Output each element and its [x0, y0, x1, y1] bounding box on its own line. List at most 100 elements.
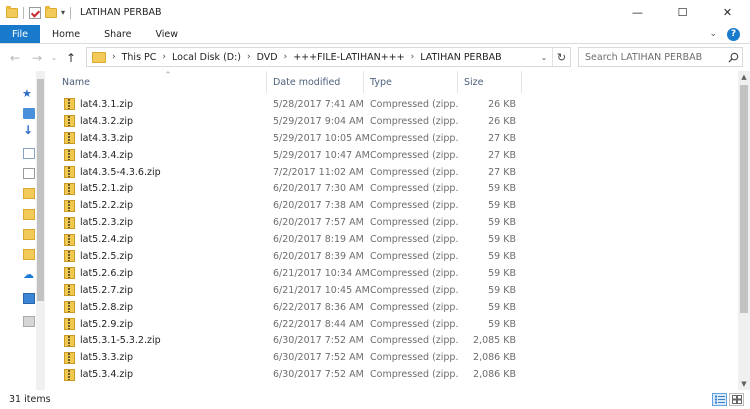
folder-icon[interactable]: [23, 249, 35, 260]
file-name-cell[interactable]: lat4.3.5-4.3.6.zip: [45, 166, 267, 178]
search-box[interactable]: [578, 47, 743, 67]
folder-icon: [92, 51, 106, 63]
file-name-cell[interactable]: lat5.2.5.zip: [45, 250, 267, 263]
column-header-size[interactable]: Size: [458, 71, 522, 93]
file-name-cell[interactable]: lat4.3.4.zip: [45, 149, 267, 162]
breadcrumb-file-latihan[interactable]: +++FILE-LATIHAN+++: [293, 52, 404, 63]
breadcrumb-separator[interactable]: ›: [284, 52, 288, 62]
table-row[interactable]: lat5.2.6.zip 6/21/2017 10:34 AM Compressed…: [45, 265, 738, 282]
file-type: Compressed (zipp...: [370, 234, 458, 246]
address-dropdown-chevron-icon[interactable]: ⌄: [536, 53, 552, 62]
column-header-date-modified[interactable]: Date modified: [267, 71, 364, 93]
column-header-type[interactable]: Type: [364, 71, 458, 93]
table-row[interactable]: lat5.2.7.zip 6/21/2017 10:45 AM Compressed…: [45, 282, 738, 299]
tab-view[interactable]: View: [143, 25, 190, 43]
file-list-scrollbar[interactable]: ▲ ▼: [738, 71, 750, 390]
close-button[interactable]: ✕: [705, 0, 750, 25]
breadcrumb-separator[interactable]: ›: [411, 52, 415, 62]
file-name-cell[interactable]: lat4.3.3.zip: [45, 132, 267, 145]
file-size: 2,085 KB: [473, 335, 516, 347]
properties-icon[interactable]: [29, 6, 41, 19]
file-name-cell[interactable]: lat5.3.3.zip: [45, 351, 267, 364]
recent-locations-chevron-icon[interactable]: ⌄: [48, 54, 60, 62]
breadcrumb: › This PC › Local Disk (D:) › DVD › +++F…: [112, 52, 502, 63]
file-name-cell[interactable]: lat4.3.1.zip: [45, 98, 267, 111]
tab-file[interactable]: File: [0, 25, 40, 43]
file-name-cell[interactable]: lat5.2.8.zip: [45, 301, 267, 314]
file-name-cell[interactable]: lat4.3.2.zip: [45, 115, 267, 128]
table-row[interactable]: lat4.3.1.zip 5/28/2017 7:41 AM Compressed …: [45, 96, 738, 113]
help-icon[interactable]: ?: [727, 27, 740, 41]
refresh-button[interactable]: ↻: [552, 48, 570, 66]
table-row[interactable]: lat4.3.5-4.3.6.zip 7/2/2017 11:02 AM Compr…: [45, 164, 738, 181]
breadcrumb-latihan-perbab[interactable]: LATIHAN PERBAB: [420, 52, 502, 63]
file-name-cell[interactable]: lat5.3.4.zip: [45, 368, 267, 381]
folder-icon[interactable]: [23, 229, 35, 240]
pictures-icon[interactable]: [23, 168, 35, 179]
tab-home[interactable]: Home: [40, 25, 92, 43]
search-input[interactable]: [579, 48, 724, 66]
documents-icon[interactable]: [23, 148, 35, 159]
address-bar[interactable]: › This PC › Local Disk (D:) › DVD › +++F…: [86, 47, 571, 67]
zip-file-icon: [64, 267, 75, 280]
table-row[interactable]: lat5.2.8.zip 6/22/2017 8:36 AM Compressed …: [45, 299, 738, 316]
file-name-cell[interactable]: lat5.2.9.zip: [45, 318, 267, 331]
file-date-modified: 6/21/2017 10:45 AM: [273, 284, 370, 296]
file-name-cell[interactable]: lat5.2.4.zip: [45, 233, 267, 246]
tab-share[interactable]: Share: [92, 25, 143, 43]
details-view-button[interactable]: [712, 393, 727, 406]
breadcrumb-separator[interactable]: ›: [162, 52, 166, 62]
file-name: lat5.2.6.zip: [80, 267, 134, 279]
navigation-pane-scrollbar[interactable]: [36, 71, 45, 390]
new-folder-icon[interactable]: [45, 5, 57, 18]
large-icons-view-button[interactable]: [729, 393, 744, 406]
file-type: Compressed (zipp...: [370, 183, 458, 195]
table-row[interactable]: lat5.2.3.zip 6/20/2017 7:57 AM Compressed …: [45, 214, 738, 231]
breadcrumb-separator[interactable]: ›: [112, 52, 116, 62]
file-name-cell[interactable]: lat5.2.7.zip: [45, 284, 267, 297]
star-icon[interactable]: ★: [22, 87, 34, 100]
breadcrumb-separator[interactable]: ›: [247, 52, 251, 62]
table-row[interactable]: lat5.2.2.zip 6/20/2017 7:38 AM Compressed …: [45, 197, 738, 214]
file-name-cell[interactable]: lat5.2.6.zip: [45, 267, 267, 280]
table-row[interactable]: lat4.3.3.zip 5/29/2017 10:05 AM Compressed…: [45, 130, 738, 147]
desktop-icon[interactable]: [23, 108, 35, 119]
folder-icon[interactable]: [23, 188, 35, 199]
scrollbar-thumb[interactable]: [740, 85, 748, 313]
breadcrumb-local-disk[interactable]: Local Disk (D:): [172, 52, 241, 63]
navigation-pane-scrollbar-thumb[interactable]: [37, 79, 44, 301]
table-row[interactable]: lat5.2.5.zip 6/20/2017 8:39 AM Compressed …: [45, 248, 738, 265]
table-row[interactable]: lat5.3.3.zip 6/30/2017 7:52 AM Compressed …: [45, 349, 738, 366]
forward-button[interactable]: →: [26, 47, 48, 69]
table-row[interactable]: lat5.2.1.zip 6/20/2017 7:30 AM Compressed …: [45, 180, 738, 197]
back-button[interactable]: ←: [4, 47, 26, 69]
breadcrumb-this-pc[interactable]: This PC: [122, 52, 157, 63]
file-name: lat5.3.4.zip: [80, 369, 134, 381]
scroll-down-button[interactable]: ▼: [738, 378, 750, 390]
maximize-button[interactable]: ☐: [660, 0, 705, 25]
table-row[interactable]: lat4.3.4.zip 5/29/2017 10:47 AM Compressed…: [45, 147, 738, 164]
minimize-button[interactable]: —: [615, 0, 660, 25]
search-icon[interactable]: [724, 52, 742, 63]
scroll-up-button[interactable]: ▲: [738, 71, 750, 83]
file-size: 2,086 KB: [473, 369, 516, 381]
table-row[interactable]: lat5.3.4.zip 6/30/2017 7:52 AM Compressed …: [45, 366, 738, 383]
this-pc-icon[interactable]: [23, 293, 35, 304]
table-row[interactable]: lat5.3.1-5.3.2.zip 6/30/2017 7:52 AM Compr…: [45, 332, 738, 349]
column-header-name[interactable]: Name: [45, 71, 267, 93]
file-name-cell[interactable]: lat5.2.1.zip: [45, 182, 267, 195]
file-name-cell[interactable]: lat5.2.3.zip: [45, 216, 267, 229]
download-icon[interactable]: ↓: [23, 123, 35, 137]
table-row[interactable]: lat5.2.4.zip 6/20/2017 8:19 AM Compressed …: [45, 231, 738, 248]
table-row[interactable]: lat4.3.2.zip 5/29/2017 9:04 AM Compressed …: [45, 113, 738, 130]
onedrive-icon[interactable]: ☁: [23, 268, 35, 281]
customize-quick-access-chevron-icon[interactable]: ▾: [61, 8, 65, 17]
up-button[interactable]: ↑: [60, 47, 82, 69]
file-name-cell[interactable]: lat5.3.1-5.3.2.zip: [45, 334, 267, 347]
drive-icon[interactable]: [23, 316, 35, 327]
table-row[interactable]: lat5.2.9.zip 6/22/2017 8:44 AM Compressed …: [45, 316, 738, 333]
folder-icon[interactable]: [23, 209, 35, 220]
file-name-cell[interactable]: lat5.2.2.zip: [45, 199, 267, 212]
breadcrumb-dvd[interactable]: DVD: [257, 52, 278, 63]
expand-ribbon-chevron-icon[interactable]: ⌄: [709, 29, 717, 39]
